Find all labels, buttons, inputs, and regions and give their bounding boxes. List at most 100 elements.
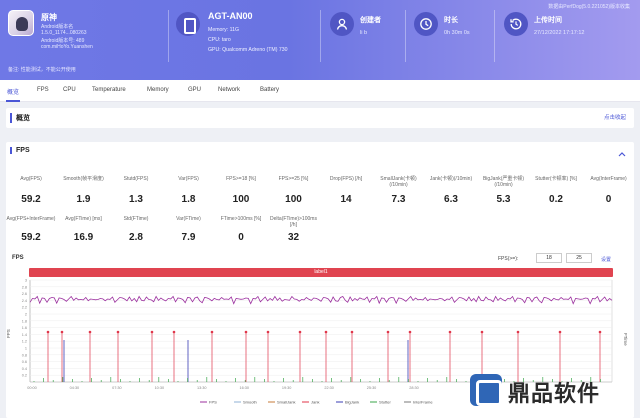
header-divider [494, 10, 495, 62]
metric-value: 7.9 [181, 232, 196, 243]
x-tick-label: 13:30 [197, 386, 207, 390]
tab-fps[interactable]: FPS [37, 87, 49, 93]
metric-value: 100 [285, 194, 302, 205]
header-divider [405, 10, 406, 62]
y-tick-label: 0.6 [22, 360, 27, 364]
device-line: Memory: 11G [208, 27, 240, 33]
collapse-icon[interactable] [618, 146, 626, 157]
jank-marker [350, 330, 354, 334]
x-tick-label: 28:30 [409, 386, 419, 390]
y-axis-label: FPS [6, 329, 11, 338]
app-name: 原神 [41, 13, 57, 22]
creator-value: li b [360, 30, 368, 36]
version-text: 数据由PerfDog(5.0.221052)版本收集 [548, 4, 630, 10]
collapse-link[interactable]: 点击收起 [604, 113, 626, 121]
y-tick-label: 0.2 [22, 374, 27, 378]
legend-label: SmallJank [277, 400, 295, 405]
y-tick-label: 0.4 [22, 367, 27, 371]
app-line: 1.5.0_1174...080263 [41, 30, 87, 36]
header-divider [168, 10, 169, 62]
user-icon [330, 12, 354, 36]
remark-text: 备注: 性能测试，不能公开使用 [8, 67, 76, 73]
legend-label: BigJank [345, 400, 359, 405]
metric-label: FPS>=18 [%] [226, 176, 256, 182]
x-tick-label: 00:00 [27, 386, 37, 390]
tab-cpu[interactable]: CPU [63, 87, 76, 93]
tab-battery[interactable]: Battery [260, 87, 279, 93]
upload-time-label: 上传时间 [534, 17, 562, 24]
watermark-logo-icon [470, 374, 502, 406]
app-line: Android版本名 [41, 24, 74, 30]
overview-title: 概览 [10, 113, 30, 123]
phone-icon [176, 12, 200, 36]
label-bar[interactable]: label1 [29, 268, 613, 277]
legend-label: Smooth [243, 400, 257, 405]
watermark-text: 鼎品软件 [508, 381, 601, 406]
fps-min-input[interactable]: 18 [536, 253, 562, 263]
x-tick-label: 19:30 [282, 386, 292, 390]
jank-marker [598, 330, 602, 334]
y-tick-label: 3 [25, 279, 27, 283]
label-bar-text: label1 [314, 269, 328, 275]
metric-label: Drop(FPS) [/h] [329, 176, 363, 182]
metric-value: 1.3 [129, 194, 143, 205]
active-tab-indicator [6, 100, 20, 102]
metric-value: 1.8 [181, 194, 196, 205]
metric-value: 5.3 [496, 194, 511, 205]
metric-label: Stutter(卡顿率) [%] [535, 176, 577, 182]
jank-marker [150, 330, 154, 334]
y-tick-label: 0.8 [22, 353, 27, 357]
device-name: AGT-AN00 [208, 11, 253, 21]
tab-overview[interactable]: 概览 [7, 87, 19, 96]
header-divider [320, 10, 321, 62]
history-icon [504, 12, 528, 36]
fps-max-input[interactable]: 25 [566, 253, 592, 263]
legend-label: Stutter [379, 400, 391, 405]
metric-label: Smooth(帧平滑度) [63, 176, 104, 182]
metric-label: FTime>100ms [%] [220, 216, 262, 222]
metric-value: 0 [238, 232, 244, 243]
metric-value: 0 [605, 194, 612, 205]
jank-marker [266, 330, 270, 334]
metric-label: Avg(FPS) [20, 176, 42, 182]
legend-label: Jank [311, 400, 319, 405]
y-tick-label: 2.4 [22, 299, 27, 303]
y-tick-label: 2.6 [22, 292, 27, 296]
jank-marker [448, 330, 452, 334]
app-icon [8, 10, 34, 36]
upload-time-value: 27/12/2022 17:17:12 [534, 30, 585, 36]
metric-value: 100 [232, 194, 250, 205]
jank-marker [324, 330, 328, 334]
device-line: CPU: taro [208, 37, 231, 43]
y-tick-label: 2 [25, 313, 27, 317]
creator-label: 创建者 [360, 17, 381, 24]
jank-marker [88, 330, 92, 334]
tab-bar: 概览 FPS CPU Temperature Memory GPU Networ… [0, 80, 640, 102]
chart-label: FPS [12, 255, 24, 261]
clock-icon [414, 12, 438, 36]
jank-marker [60, 330, 64, 334]
metric-value: 14 [340, 194, 352, 205]
app-info: 原神 Android版本名 1.5.0_1174...080263 Androi… [8, 10, 158, 58]
tab-memory[interactable]: Memory [147, 87, 169, 93]
metric-label: Stutd(FPS) [123, 176, 149, 182]
y-tick-label: 2.2 [22, 306, 27, 310]
metric-value: 7.3 [391, 194, 406, 205]
device-line: GPU: Qualcomm Adreno (TM) 730 [208, 47, 288, 53]
x-tick-label: 04:30 [70, 386, 80, 390]
y-tick-label: 1.8 [22, 319, 27, 323]
y-tick-label: 1.6 [22, 326, 27, 330]
jank-marker [298, 330, 302, 334]
metric-value: 32 [287, 232, 300, 243]
settings-link[interactable]: 设置 [601, 256, 611, 263]
tab-network[interactable]: Network [218, 87, 240, 93]
x-tick-label: 10:30 [155, 386, 165, 390]
tab-gpu[interactable]: GPU [188, 87, 201, 93]
metric-label: Avg(FTime) [ms] [65, 216, 102, 222]
fps-filter-label: FPS(>=): [498, 256, 519, 262]
y-tick-label: 1.2 [22, 340, 27, 344]
tab-temperature[interactable]: Temperature [92, 87, 126, 93]
legend-label: InterFrame [413, 400, 433, 405]
jank-marker [116, 330, 120, 334]
app-line: com.miHoYo.Yuanshen [41, 44, 93, 50]
